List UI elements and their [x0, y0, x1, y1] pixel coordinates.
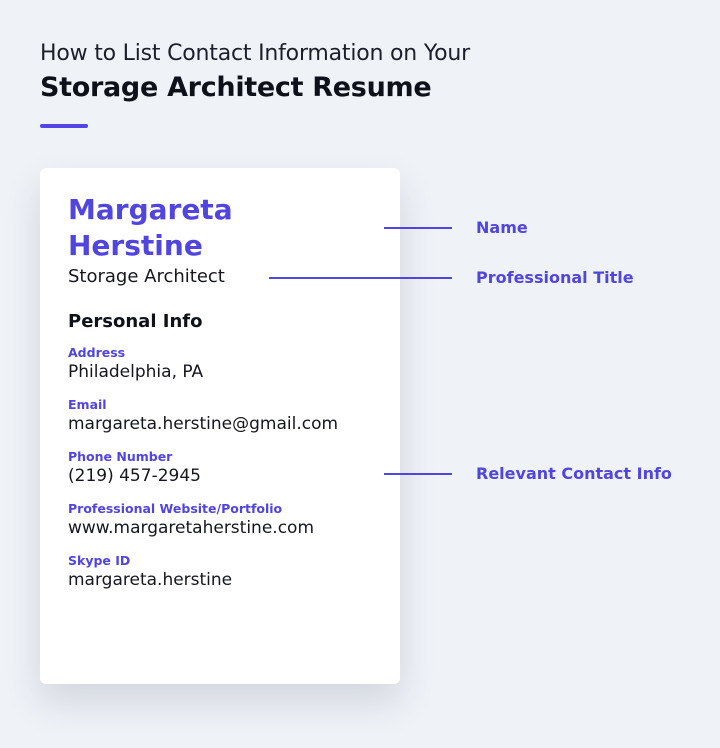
connector-line-contact [384, 473, 452, 475]
connector-line-title [269, 277, 452, 279]
heading-underline [40, 124, 88, 128]
heading-title: Storage Architect Resume [40, 72, 432, 103]
field-value: Philadelphia, PA [68, 362, 204, 382]
field-value: www.margaretaherstine.com [68, 518, 315, 538]
field-value: margareta.herstine@gmail.com [68, 414, 339, 434]
resume-name: Margareta Herstine [68, 193, 233, 262]
resume-card: Margareta Herstine Storage Architect Per… [40, 168, 400, 684]
field-label: Address [68, 345, 126, 360]
field-website: Professional Website/Portfolio www.marga… [68, 501, 314, 539]
infographic: How to List Contact Information on Your … [0, 0, 720, 748]
personal-info-heading: Personal Info [68, 311, 203, 332]
connector-line-name [384, 227, 452, 229]
field-skype: Skype ID margareta.herstine [68, 553, 232, 591]
field-label: Phone Number [68, 449, 173, 464]
field-value: (219) 457-2945 [68, 466, 201, 486]
field-phone: Phone Number (219) 457-2945 [68, 449, 201, 487]
resume-title: Storage Architect [68, 266, 225, 287]
heading-subtitle: How to List Contact Information on Your [40, 41, 471, 66]
annotation-name: Name [476, 218, 528, 237]
field-value: margareta.herstine [68, 570, 233, 590]
annotation-contact-info: Relevant Contact Info [476, 464, 672, 483]
field-email: Email margareta.herstine@gmail.com [68, 397, 338, 435]
field-label: Email [68, 397, 107, 412]
annotation-professional-title: Professional Title [476, 268, 634, 287]
field-label: Professional Website/Portfolio [68, 501, 283, 516]
field-label: Skype ID [68, 553, 131, 568]
field-address: Address Philadelphia, PA [68, 345, 203, 383]
